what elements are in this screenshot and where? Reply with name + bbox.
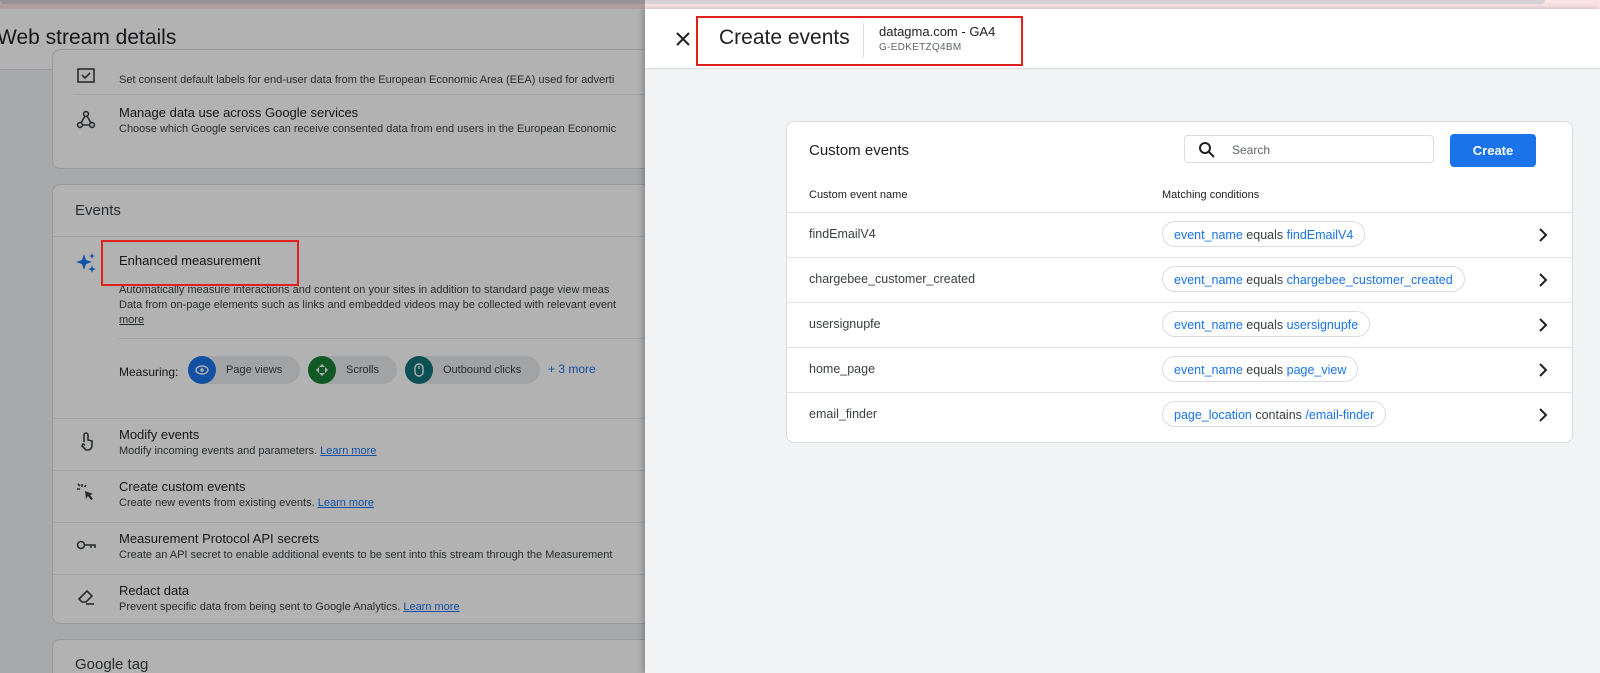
condition-value: /email-finder — [1305, 408, 1375, 422]
condition-op: contains — [1255, 408, 1302, 422]
search-input[interactable] — [1230, 139, 1424, 161]
chevron-right-icon — [1539, 363, 1548, 377]
condition-chip: event_name equals page_view — [1162, 356, 1359, 382]
search-icon — [1199, 142, 1215, 158]
event-name: usersignupfe — [809, 317, 881, 331]
table-row[interactable]: chargebee_customer_created event_name eq… — [787, 257, 1572, 303]
condition-chip: event_name equals chargebee_customer_cre… — [1162, 266, 1465, 292]
table-row[interactable]: home_page event_name equals page_view — [787, 347, 1572, 393]
event-name: email_finder — [809, 407, 878, 421]
table-row[interactable]: findEmailV4 event_name equals findEmailV… — [787, 212, 1572, 258]
create-events-drawer: Create events datagma.com - GA4 G-EDKETZ… — [645, 9, 1600, 673]
col-header-name: Custom event name — [809, 189, 908, 201]
chevron-right-icon — [1539, 408, 1548, 422]
condition-op: equals — [1246, 228, 1284, 242]
condition-chip: event_name equals findEmailV4 — [1162, 221, 1366, 247]
table-row[interactable]: email_finder page_location contains /ema… — [787, 392, 1572, 438]
condition-op: equals — [1246, 363, 1284, 377]
condition-param: page_location — [1174, 408, 1252, 422]
chevron-right-icon — [1539, 318, 1548, 332]
event-name: chargebee_customer_created — [809, 272, 976, 286]
chevron-right-icon — [1539, 273, 1548, 287]
chevron-right-icon — [1539, 228, 1548, 242]
search-box[interactable] — [1184, 135, 1434, 163]
close-icon[interactable] — [672, 28, 694, 50]
custom-events-title: Custom events — [809, 142, 910, 159]
condition-param: event_name — [1174, 363, 1243, 377]
highlight-box — [101, 240, 299, 286]
condition-value: page_view — [1286, 363, 1347, 377]
condition-param: event_name — [1174, 318, 1243, 332]
condition-op: equals — [1246, 273, 1284, 287]
condition-value: chargebee_customer_created — [1286, 273, 1453, 287]
condition-param: event_name — [1174, 273, 1243, 287]
condition-value: usersignupfe — [1286, 318, 1359, 332]
highlight-box — [696, 16, 1023, 66]
create-button[interactable]: Create — [1450, 134, 1536, 167]
modal-scrim[interactable] — [0, 0, 645, 673]
condition-value: findEmailV4 — [1286, 228, 1354, 242]
condition-chip: event_name equals usersignupfe — [1162, 311, 1371, 337]
col-header-conditions: Matching conditions — [1162, 189, 1260, 201]
event-name: home_page — [809, 362, 876, 376]
table-row[interactable]: usersignupfe event_name equals usersignu… — [787, 302, 1572, 348]
custom-events-card: Custom events Create Custom event name M… — [786, 121, 1573, 443]
condition-op: equals — [1246, 318, 1284, 332]
event-name: findEmailV4 — [809, 227, 876, 241]
condition-param: event_name — [1174, 228, 1243, 242]
condition-chip: page_location contains /email-finder — [1162, 401, 1387, 427]
